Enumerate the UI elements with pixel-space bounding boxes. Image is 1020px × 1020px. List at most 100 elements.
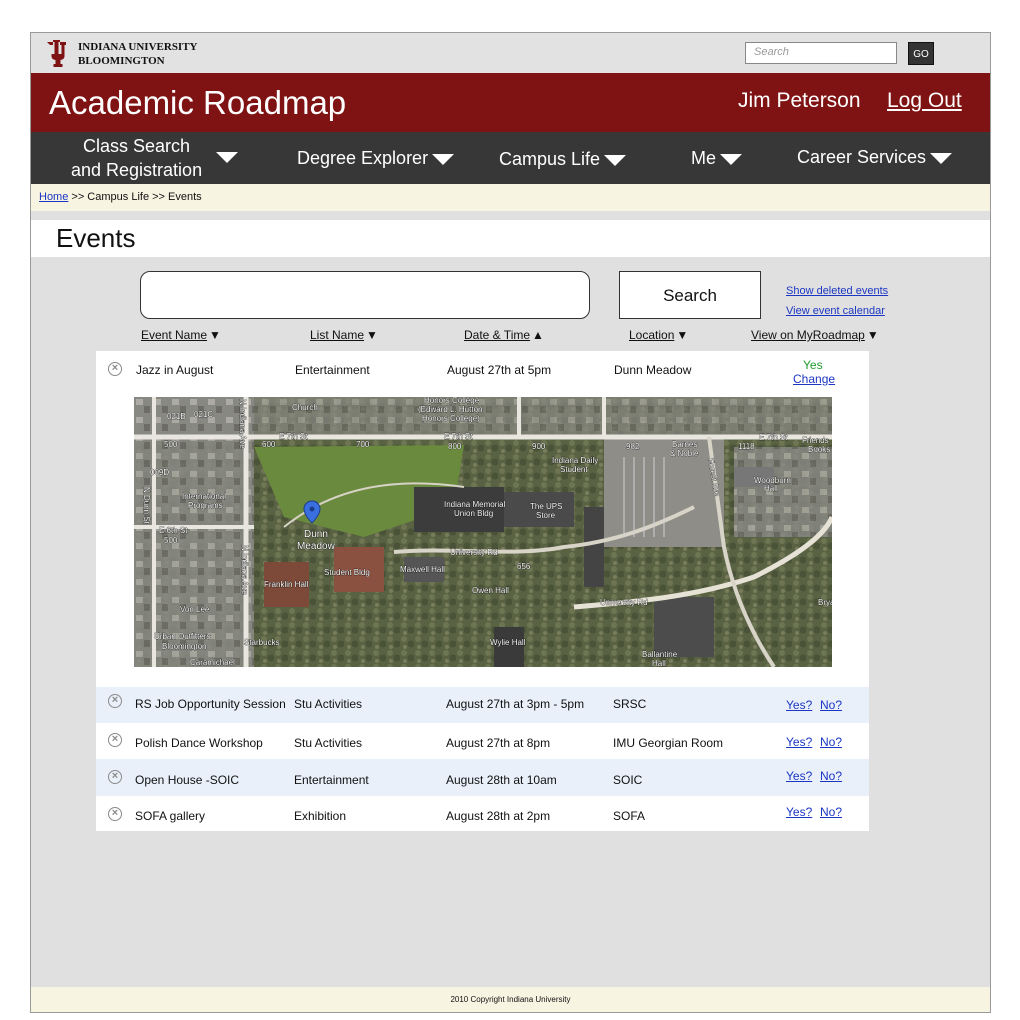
chevron-down-icon xyxy=(604,154,627,166)
map-label: Owen Hall xyxy=(472,586,509,595)
table-row[interactable]: × Jazz in August Entertainment August 27… xyxy=(96,351,869,687)
map-label: N Dunn St xyxy=(142,487,151,525)
table-row[interactable]: × SOFA gallery Exhibition August 28th at… xyxy=(96,796,869,831)
site-search-go-button[interactable]: GO xyxy=(908,42,934,65)
map-label: Urban Outfitters xyxy=(154,632,210,641)
map-label: University Rd xyxy=(450,548,498,557)
map-label: 656 xyxy=(517,562,531,571)
map-label: Brya xyxy=(818,598,832,607)
map-label: Student Bldg xyxy=(324,568,370,577)
event-list: Stu Activities xyxy=(294,736,363,750)
map-label: N Indiana Ave xyxy=(240,545,249,595)
main-nav: Class Search and Registration Degree Exp… xyxy=(31,132,990,184)
rsvp-no-link[interactable]: No? xyxy=(820,805,842,819)
nav-item-career-services[interactable]: Career Services xyxy=(797,145,953,169)
map-label: Programs xyxy=(188,501,223,510)
map-label: Meadow xyxy=(297,541,336,552)
map-label: E 7th St xyxy=(279,432,308,441)
delete-event-icon[interactable]: × xyxy=(108,807,122,821)
rsvp-no-link[interactable]: No? xyxy=(820,735,842,749)
change-rsvp-link[interactable]: Change xyxy=(793,372,835,386)
event-list: Exhibition xyxy=(294,809,347,823)
delete-event-icon[interactable]: × xyxy=(108,694,122,708)
nav-item-class-search[interactable]: Class Search and Registration xyxy=(71,134,202,182)
event-datetime: August 27th at 3pm - 5pm xyxy=(446,697,585,711)
map-label: Bloomington xyxy=(162,642,206,651)
breadcrumb-home-link[interactable]: Home xyxy=(39,191,68,203)
event-location: SOFA xyxy=(613,809,646,823)
rsvp-yes-link[interactable]: Yes? xyxy=(786,769,812,783)
nav-item-degree-explorer[interactable]: Degree Explorer xyxy=(297,146,455,170)
map-label: Caramichael xyxy=(190,658,235,667)
view-event-calendar-link[interactable]: View event calendar xyxy=(786,305,885,317)
events-table: × Jazz in August Entertainment August 27… xyxy=(96,351,869,831)
map-label: E 6th St xyxy=(159,526,188,535)
column-header-label: Date & Time xyxy=(464,328,531,342)
nav-item-me[interactable]: Me xyxy=(691,146,743,170)
event-search-button[interactable]: Search xyxy=(619,271,761,319)
map-label: Student xyxy=(560,465,588,474)
event-location-map[interactable]: E 7th St E 7th St E 7th St University Rd… xyxy=(134,397,832,667)
page-title: Events xyxy=(56,223,136,253)
event-location: SOIC xyxy=(613,773,643,787)
map-label: Wylie Hall xyxy=(490,638,526,647)
iu-trident-logo-icon[interactable] xyxy=(45,40,69,68)
map-label: 009D xyxy=(150,468,169,477)
column-header-list-name[interactable]: List Name ▼ xyxy=(310,328,378,342)
chevron-down-icon[interactable] xyxy=(216,152,238,163)
map-label: Starbucks xyxy=(244,638,280,647)
map-label: University Rd xyxy=(600,598,648,607)
column-header-label: Location xyxy=(629,328,675,342)
column-header-label: Event Name xyxy=(141,328,208,342)
site-search-input[interactable]: Search xyxy=(745,42,897,64)
map-label: Friends xyxy=(802,436,829,445)
app-title: Academic Roadmap xyxy=(49,84,347,121)
map-label: Honors College xyxy=(424,397,480,405)
event-search-input[interactable] xyxy=(140,271,590,319)
event-datetime: August 27th at 8pm xyxy=(446,736,551,750)
map-label: Barnes xyxy=(672,440,697,449)
map-label: Books xyxy=(808,445,830,454)
map-label: Indiana Daily xyxy=(552,456,598,465)
map-label: The UPS xyxy=(530,502,562,511)
logout-link[interactable]: Log Out xyxy=(887,89,962,113)
column-header-location[interactable]: Location ▼ xyxy=(629,328,688,342)
event-location: Dunn Meadow xyxy=(614,363,692,377)
nav-item-label: Campus Life xyxy=(499,149,601,169)
column-header-view-on-myroadmap[interactable]: View on MyRoadmap ▼ xyxy=(751,328,879,342)
show-deleted-events-link[interactable]: Show deleted events xyxy=(786,285,888,297)
nav-item-campus-life[interactable]: Campus Life xyxy=(499,147,627,171)
table-row[interactable]: × Polish Dance Workshop Stu Activities A… xyxy=(96,723,869,759)
delete-event-icon[interactable]: × xyxy=(108,362,122,376)
sort-desc-icon: ▼ xyxy=(866,328,879,342)
column-header-date-time[interactable]: Date & Time ▲ xyxy=(464,328,544,342)
event-name: Polish Dance Workshop xyxy=(135,736,263,750)
sort-desc-icon: ▼ xyxy=(209,328,221,342)
footer: 2010 Copyright Indiana University xyxy=(31,987,990,1012)
map-label: 600 xyxy=(262,440,276,449)
event-name: RS Job Opportunity Session xyxy=(135,697,286,711)
event-name: Open House -SOIC xyxy=(135,773,240,787)
table-row[interactable]: × Open House -SOIC Entertainment August … xyxy=(96,759,869,796)
event-list: Stu Activities xyxy=(294,697,363,711)
delete-event-icon[interactable]: × xyxy=(108,733,122,747)
rsvp-yes-link[interactable]: Yes? xyxy=(786,698,812,712)
rsvp-no-link[interactable]: No? xyxy=(820,769,842,783)
map-label: 900 xyxy=(532,442,546,451)
university-line-1: INDIANA UNIVERSITY xyxy=(78,41,198,53)
column-header-event-name[interactable]: Event Name ▼ xyxy=(141,328,221,342)
column-header-label: View on MyRoadmap xyxy=(751,328,865,342)
delete-event-icon[interactable]: × xyxy=(108,770,122,784)
rsvp-yes-link[interactable]: Yes? xyxy=(786,805,812,819)
map-label: Union Bldg xyxy=(454,509,493,518)
university-name: INDIANA UNIVERSITY BLOOMINGTON xyxy=(78,40,198,68)
map-label: 982 xyxy=(626,442,640,451)
map-label: Hall xyxy=(764,484,778,493)
event-rsvp-status: Yes xyxy=(803,358,823,372)
copyright-text: 2010 Copyright Indiana University xyxy=(450,995,571,1004)
rsvp-yes-link[interactable]: Yes? xyxy=(786,735,812,749)
table-row[interactable]: × RS Job Opportunity Session Stu Activit… xyxy=(96,687,869,723)
map-label: 700 xyxy=(356,440,370,449)
rsvp-no-link[interactable]: No? xyxy=(820,698,842,712)
map-label: & Noble xyxy=(670,449,699,458)
